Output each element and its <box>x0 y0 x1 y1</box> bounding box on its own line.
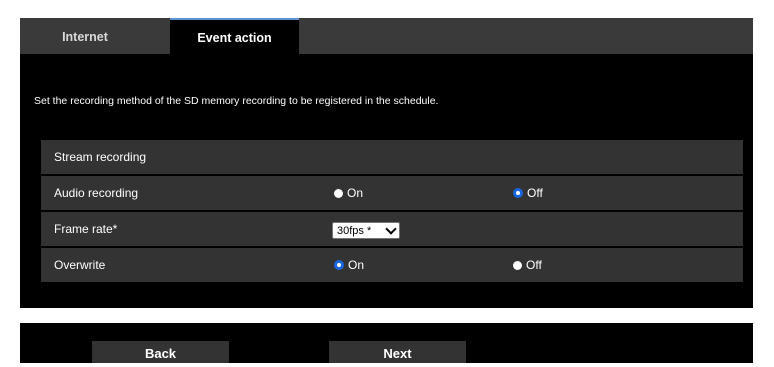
audio-recording-off-radio[interactable]: Off <box>513 176 543 210</box>
content-panel: Set the recording method of the SD memor… <box>20 54 753 308</box>
audio-recording-on-radio[interactable]: On <box>334 176 363 210</box>
overwrite-row: Overwrite On Off <box>41 248 743 282</box>
radio-unchecked-icon[interactable] <box>334 189 343 198</box>
section-title: Stream recording <box>41 140 743 174</box>
settings-window: Internet Event action Set the recording … <box>0 0 774 363</box>
chevron-down-icon <box>385 223 397 235</box>
back-button[interactable]: Back <box>92 341 229 363</box>
frame-rate-cell: 30fps * <box>317 212 743 246</box>
frame-rate-value: 30fps * <box>337 225 372 237</box>
tab-internet[interactable]: Internet <box>20 18 150 54</box>
description-text: Set the recording method of the SD memor… <box>34 95 439 107</box>
audio-recording-row: Audio recording On Off <box>41 176 743 210</box>
overwrite-on-radio[interactable]: On <box>334 248 364 282</box>
next-button[interactable]: Next <box>329 341 466 363</box>
overwrite-options: On Off <box>317 248 743 282</box>
radio-checked-icon[interactable] <box>513 188 523 198</box>
button-bar: Back Next <box>20 323 753 363</box>
overwrite-off-radio[interactable]: Off <box>513 248 542 282</box>
settings-table: Stream recording Audio recording On Off … <box>41 140 743 284</box>
frame-rate-select[interactable]: 30fps * <box>332 222 400 239</box>
audio-recording-options: On Off <box>317 176 743 210</box>
section-header-row: Stream recording <box>41 140 743 174</box>
tab-strip: Internet Event action <box>20 18 753 54</box>
radio-label: Off <box>527 186 543 200</box>
frame-rate-label: Frame rate* <box>41 212 327 246</box>
frame-rate-row: Frame rate* 30fps * <box>41 212 743 246</box>
audio-recording-label: Audio recording <box>41 176 327 210</box>
overwrite-label: Overwrite <box>41 248 327 282</box>
radio-unchecked-icon[interactable] <box>513 261 522 270</box>
radio-checked-icon[interactable] <box>334 260 344 270</box>
tab-event-action[interactable]: Event action <box>170 18 299 54</box>
radio-label: On <box>347 186 364 200</box>
radio-label: On <box>348 258 365 272</box>
radio-label: Off <box>526 258 542 272</box>
